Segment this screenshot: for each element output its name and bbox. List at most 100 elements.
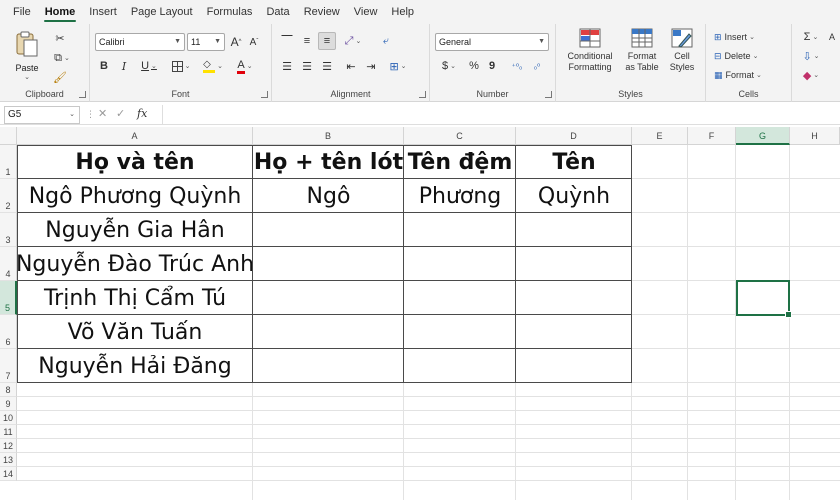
delete-cells-button[interactable]: ⊟ Delete ⌄	[714, 47, 758, 65]
increase-indent-button[interactable]: ⇥	[362, 57, 380, 75]
table-cell[interactable]: Võ Văn Tuấn	[17, 315, 253, 349]
table-cell[interactable]: Nguyễn Hải Đăng	[17, 349, 253, 383]
align-center-button[interactable]: ☰	[298, 57, 316, 75]
table-cell[interactable]	[404, 281, 516, 315]
tab-home[interactable]: Home	[38, 0, 83, 24]
table-cell[interactable]	[404, 315, 516, 349]
fill-color-button[interactable]: ◇ ⌄	[200, 57, 226, 75]
row-header-9[interactable]: 9	[0, 397, 17, 411]
conditional-formatting-button[interactable]: Conditional Formatting	[560, 28, 620, 84]
column-header-e[interactable]: E	[632, 127, 688, 145]
font-name-select[interactable]: Calibri ▼	[95, 33, 185, 51]
format-cells-button[interactable]: ▦ Format ⌄	[714, 66, 762, 84]
decrease-indent-button[interactable]: ⇤	[342, 57, 360, 75]
table-cell[interactable]: Nguyễn Đào Trúc Anh	[16, 247, 254, 281]
paste-button[interactable]: Paste ⌄	[14, 30, 40, 81]
table-cell[interactable]	[516, 349, 632, 383]
autosum-button[interactable]: Σ ⌄	[798, 28, 824, 46]
cell-styles-button[interactable]: Cell Styles	[664, 28, 700, 84]
column-header-h[interactable]: H	[790, 127, 840, 145]
orientation-button[interactable]: ⤢ ⌄	[340, 32, 366, 50]
select-all-corner[interactable]	[0, 127, 17, 145]
table-cell[interactable]: Quỳnh	[516, 179, 632, 213]
row-header-8[interactable]: 8	[0, 383, 17, 397]
table-cell[interactable]	[253, 213, 404, 247]
borders-button[interactable]: ⌄	[168, 57, 194, 75]
table-cell[interactable]: Phương	[404, 179, 516, 213]
insert-function-button[interactable]: fx	[137, 107, 147, 120]
align-left-button[interactable]: ☰	[278, 57, 296, 75]
table-cell[interactable]	[516, 247, 632, 281]
row-header-5[interactable]: 5	[0, 281, 17, 315]
table-cell[interactable]	[516, 213, 632, 247]
middle-align-button[interactable]: ≡	[298, 32, 316, 50]
align-right-button[interactable]: ☰	[318, 57, 336, 75]
table-cell[interactable]	[253, 247, 404, 281]
table-cell[interactable]	[516, 281, 632, 315]
dialog-launcher-icon[interactable]	[261, 91, 268, 98]
bottom-align-button[interactable]: ≡	[318, 32, 336, 50]
table-cell[interactable]	[253, 315, 404, 349]
tab-review[interactable]: Review	[297, 0, 347, 24]
table-cell[interactable]: Ngô Phương Quỳnh	[17, 179, 253, 213]
underline-button[interactable]: U ⌄	[136, 57, 162, 75]
row-header-13[interactable]: 13	[0, 453, 17, 467]
format-painter-button[interactable]: 🖌	[48, 68, 72, 86]
chevron-down-icon[interactable]: ⌄	[14, 73, 40, 81]
top-align-button[interactable]: ⎺	[278, 32, 296, 50]
cancel-icon[interactable]: ✕	[98, 107, 107, 120]
clear-button[interactable]: ◆ ⌄	[798, 66, 824, 84]
fill-button[interactable]: ⇩ ⌄	[798, 47, 824, 65]
row-header-3[interactable]: 3	[0, 213, 17, 247]
row-header-7[interactable]: 7	[0, 349, 17, 383]
column-header-f[interactable]: F	[688, 127, 736, 145]
row-header-12[interactable]: 12	[0, 439, 17, 453]
tab-page-layout[interactable]: Page Layout	[124, 0, 200, 24]
formula-input[interactable]	[162, 105, 840, 125]
wrap-text-button[interactable]: ⤶	[376, 32, 396, 50]
row-header-10[interactable]: 10	[0, 411, 17, 425]
worksheet-grid[interactable]: A B C D E F G H 1 2 3 4 5 6 7 8 9 10 11 12 13 14 Họ và tên Họ +…	[0, 127, 840, 500]
insert-cells-button[interactable]: ⊞ Insert ⌄	[714, 28, 755, 46]
table-header-cell[interactable]: Tên đệm	[404, 145, 516, 179]
dialog-launcher-icon[interactable]	[545, 91, 552, 98]
tab-help[interactable]: Help	[384, 0, 421, 24]
tab-view[interactable]: View	[347, 0, 385, 24]
currency-button[interactable]: $ ⌄	[436, 57, 462, 75]
column-header-c[interactable]: C	[404, 127, 516, 145]
table-cell[interactable]	[516, 315, 632, 349]
enter-icon[interactable]: ✓	[116, 107, 125, 120]
bold-button[interactable]: B	[96, 57, 112, 75]
comma-style-button[interactable]: 9	[484, 57, 500, 75]
selected-cell-g5[interactable]	[736, 280, 792, 318]
row-header-14[interactable]: 14	[0, 467, 17, 481]
font-color-button[interactable]: A ⌄	[232, 57, 258, 75]
row-header-11[interactable]: 11	[0, 425, 17, 439]
tab-formulas[interactable]: Formulas	[200, 0, 260, 24]
table-cell[interactable]	[253, 349, 404, 383]
number-format-select[interactable]: General ▼	[435, 33, 549, 51]
column-header-g[interactable]: G	[736, 127, 790, 145]
percent-button[interactable]: %	[466, 57, 482, 75]
name-box[interactable]: G5 ⌄	[4, 106, 80, 124]
dialog-launcher-icon[interactable]	[419, 91, 426, 98]
font-size-select[interactable]: 11 ▼	[187, 33, 225, 51]
format-as-table-button[interactable]: Format as Table	[622, 28, 662, 84]
table-header-cell[interactable]: Họ + tên lót	[253, 145, 404, 179]
table-cell[interactable]	[404, 213, 516, 247]
table-header-cell[interactable]: Họ và tên	[17, 145, 253, 179]
merge-center-button[interactable]: ⊞ ⌄	[384, 57, 412, 75]
row-header-4[interactable]: 4	[0, 247, 17, 281]
row-header-1[interactable]: 1	[0, 145, 17, 179]
table-cell[interactable]: Trịnh Thị Cẩm Tú	[17, 281, 253, 315]
tab-insert[interactable]: Insert	[82, 0, 124, 24]
table-cell[interactable]	[404, 247, 516, 281]
table-header-cell[interactable]: Tên	[516, 145, 632, 179]
row-header-2[interactable]: 2	[0, 179, 17, 213]
increase-decimal-button[interactable]: ⁺⁰₀	[508, 57, 526, 75]
decrease-decimal-button[interactable]: ₀⁰	[528, 57, 546, 75]
column-header-a[interactable]: A	[17, 127, 253, 145]
table-cell[interactable]	[253, 281, 404, 315]
column-header-d[interactable]: D	[516, 127, 632, 145]
row-header-6[interactable]: 6	[0, 315, 17, 349]
